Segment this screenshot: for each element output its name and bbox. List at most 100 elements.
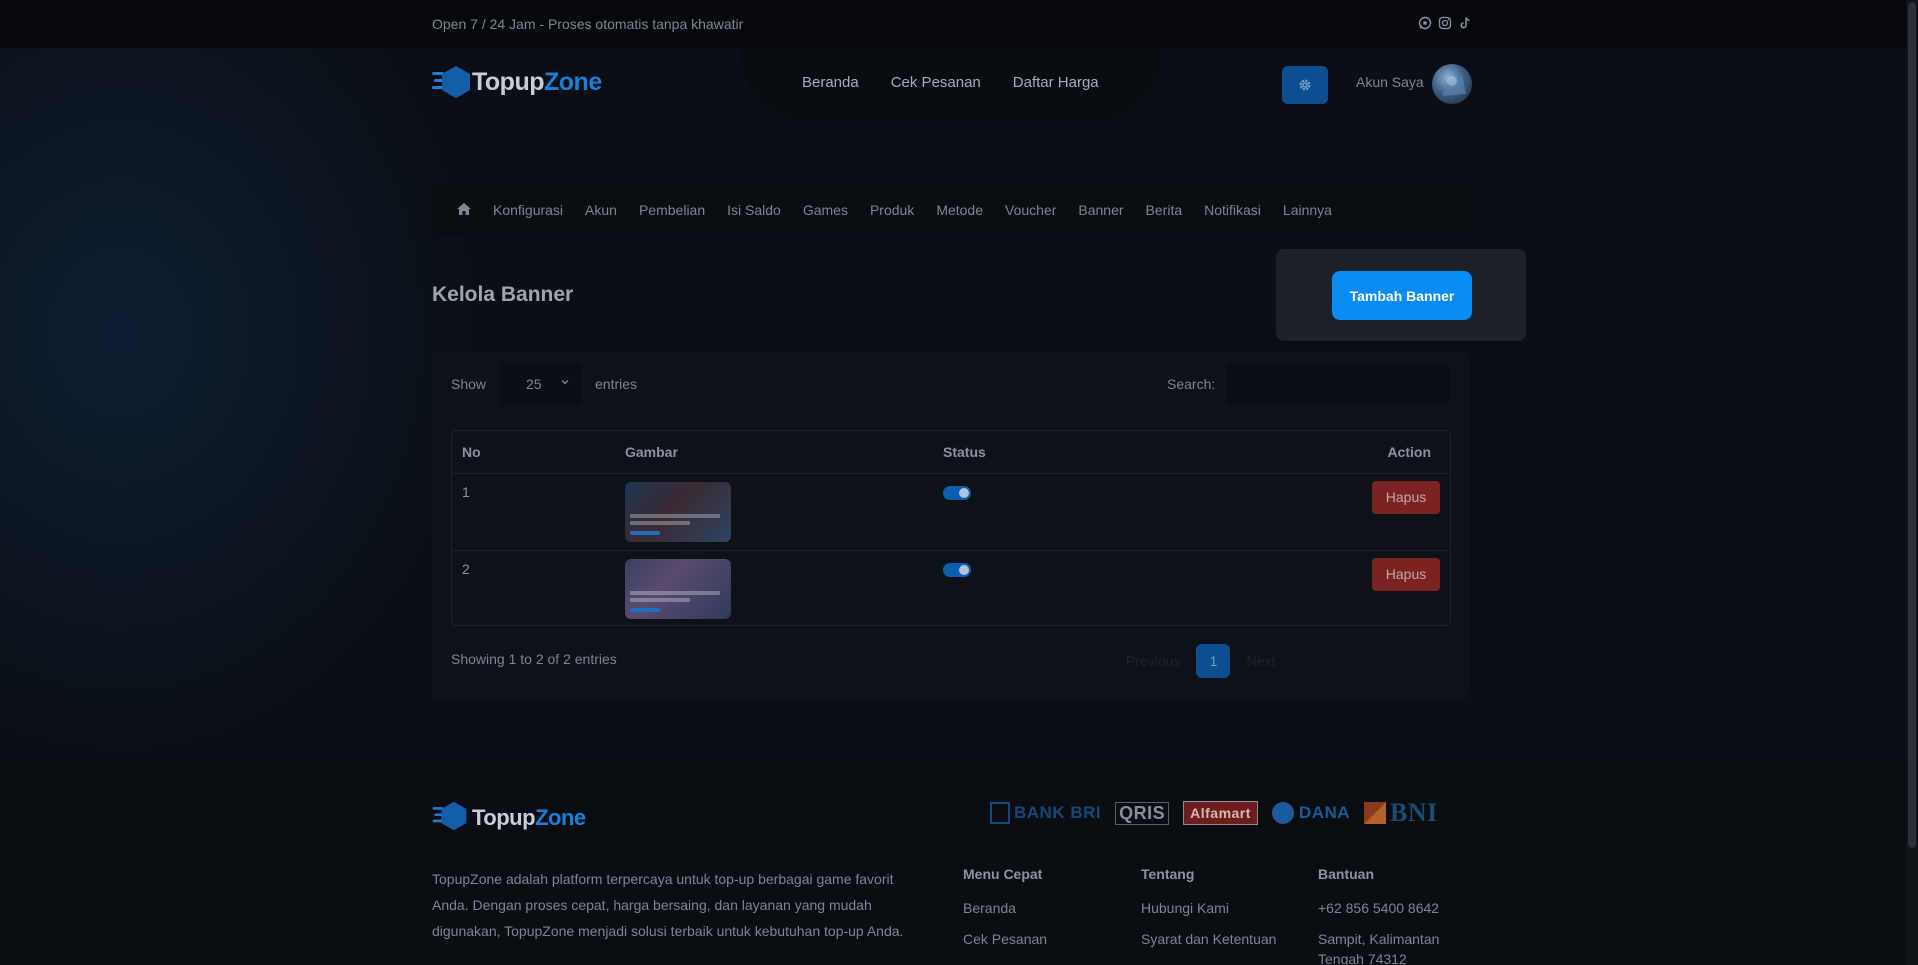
footer-phone[interactable]: +62 856 5400 8642 xyxy=(1318,898,1468,918)
footer-logo-part1: Topup xyxy=(472,805,536,830)
whatsapp-icon[interactable] xyxy=(1418,16,1432,30)
admin-menu-berita[interactable]: Berita xyxy=(1135,202,1194,218)
topbar-tagline: Open 7 / 24 Jam - Proses otomatis tanpa … xyxy=(432,16,744,32)
footer-column-title: Menu Cepat xyxy=(963,866,1043,882)
thumbnail-caption-line xyxy=(630,513,720,518)
background-glow xyxy=(0,48,480,758)
status-toggle[interactable] xyxy=(943,485,971,500)
delete-button[interactable]: Hapus xyxy=(1372,480,1440,514)
row-number: 1 xyxy=(452,473,615,551)
admin-menu-voucher[interactable]: Voucher xyxy=(994,202,1067,218)
show-label: Show xyxy=(451,376,487,392)
footer-link-cek-pesanan[interactable]: Cek Pesanan xyxy=(963,929,1123,949)
footer-link-beranda[interactable]: Beranda xyxy=(963,898,1123,918)
footer-column-menu-cepat: Menu Cepat Beranda Cek Pesanan xyxy=(963,866,1123,960)
pagination-next[interactable]: Next xyxy=(1240,653,1281,669)
dana-text: DANA xyxy=(1298,803,1351,822)
table-row: 2 Hapus xyxy=(452,550,1450,625)
entries-label: entries xyxy=(595,376,638,392)
search-label: Search: xyxy=(1167,376,1216,392)
account-label[interactable]: Akun Saya xyxy=(1356,74,1424,90)
admin-menu-notifikasi[interactable]: Notifikasi xyxy=(1193,202,1272,218)
footer-logo[interactable]: TopupZone xyxy=(432,800,586,836)
table-header-row: No Gambar Status Action xyxy=(452,431,1450,474)
thumbnail-caption-line xyxy=(630,520,690,525)
footer-column-title: Bantuan xyxy=(1318,866,1374,882)
footer-logo-text: TopupZone xyxy=(472,805,586,831)
footer-column-title: Tentang xyxy=(1141,866,1195,882)
column-header-gambar[interactable]: Gambar xyxy=(615,431,933,474)
admin-menu-banner[interactable]: Banner xyxy=(1067,202,1134,218)
admin-menu-pembelian[interactable]: Pembelian xyxy=(628,202,716,218)
admin-menu-metode[interactable]: Metode xyxy=(925,202,994,218)
social-links xyxy=(1418,16,1472,30)
user-avatar[interactable] xyxy=(1432,64,1472,104)
pagination-page-1[interactable]: 1 xyxy=(1196,644,1231,678)
table-info: Showing 1 to 2 of 2 entries xyxy=(451,651,617,667)
status-toggle[interactable] xyxy=(943,562,971,577)
bni-logo: BNI xyxy=(1364,798,1438,828)
thumbnail-cta xyxy=(630,607,660,612)
logo-mark-icon xyxy=(432,64,478,100)
delete-button[interactable]: Hapus xyxy=(1372,557,1440,591)
pagination: Previous 1 Next xyxy=(1120,644,1281,678)
action-cell: Hapus xyxy=(1196,550,1450,625)
page-scrollbar[interactable] xyxy=(1906,0,1918,965)
bri-mark-icon xyxy=(990,802,1010,824)
banner-thumbnail xyxy=(625,558,731,619)
entries-select[interactable]: 25 xyxy=(500,362,582,406)
thumbnail-cta xyxy=(630,530,660,535)
footer-link-hubungi-kami[interactable]: Hubungi Kami xyxy=(1141,898,1311,918)
bni-text: BNI xyxy=(1390,798,1438,827)
column-header-action[interactable]: Action xyxy=(1196,431,1450,474)
admin-menu-produk[interactable]: Produk xyxy=(859,202,925,218)
admin-menu-lainnya[interactable]: Lainnya xyxy=(1272,202,1343,218)
column-header-status[interactable]: Status xyxy=(933,431,1196,474)
logo-mark-icon xyxy=(432,800,478,836)
column-header-no[interactable]: No xyxy=(452,431,615,474)
banner-thumbnail xyxy=(625,481,731,542)
footer-column-tentang: Tentang Hubungi Kami Syarat dan Ketentua… xyxy=(1141,866,1311,960)
tiktok-icon[interactable] xyxy=(1458,16,1472,30)
footer-logo-part2: Zone xyxy=(535,805,586,830)
banner-image-cell xyxy=(615,550,933,625)
thumbnail-caption-line xyxy=(630,597,690,602)
settings-button[interactable] xyxy=(1282,66,1328,104)
scrollbar-thumb[interactable] xyxy=(1908,2,1916,848)
chevron-down-icon xyxy=(561,380,569,385)
bni-mark-icon xyxy=(1364,802,1387,824)
status-cell xyxy=(933,550,1196,625)
admin-menu-konfigurasi[interactable]: Konfigurasi xyxy=(482,202,574,218)
admin-menu-isi-saldo[interactable]: Isi Saldo xyxy=(716,202,792,218)
nav-item-beranda[interactable]: Beranda xyxy=(802,74,859,91)
dana-logo: DANA xyxy=(1271,802,1351,824)
bank-bri-text: BANK BRI xyxy=(1014,803,1102,822)
footer-column-bantuan: Bantuan +62 856 5400 8642 Sampit, Kalima… xyxy=(1318,866,1468,965)
action-cell: Hapus xyxy=(1196,473,1450,551)
banner-table-card: Show 25 entries Search: No Gambar Status… xyxy=(432,352,1470,700)
search-input[interactable] xyxy=(1226,362,1450,406)
instagram-icon[interactable] xyxy=(1438,16,1452,30)
admin-menu-akun[interactable]: Akun xyxy=(574,202,628,218)
gear-icon xyxy=(1299,79,1311,91)
thumbnail-caption-line xyxy=(630,590,720,595)
alfamart-logo: Alfamart xyxy=(1183,801,1258,825)
status-cell xyxy=(933,473,1196,551)
table-row: 1 Hapus xyxy=(452,473,1450,551)
top-bar: Open 7 / 24 Jam - Proses otomatis tanpa … xyxy=(0,0,1906,48)
admin-menu-home[interactable] xyxy=(456,202,482,219)
page-title: Kelola Banner xyxy=(432,283,574,306)
nav-item-cek-pesanan[interactable]: Cek Pesanan xyxy=(891,74,981,91)
banner-table: No Gambar Status Action 1 Hapus 2 Hapus xyxy=(451,430,1451,626)
entries-select-value: 25 xyxy=(526,376,542,392)
nav-item-daftar-harga[interactable]: Daftar Harga xyxy=(1013,74,1099,91)
payment-logos: BANK BRI QRIS Alfamart DANA BNI xyxy=(990,798,1438,828)
footer-description: TopupZone adalah platform terpercaya unt… xyxy=(432,871,904,939)
add-banner-button[interactable]: Tambah Banner xyxy=(1332,271,1472,320)
footer-link-syarat[interactable]: Syarat dan Ketentuan xyxy=(1141,929,1311,949)
admin-menu-games[interactable]: Games xyxy=(792,202,859,218)
pagination-previous[interactable]: Previous xyxy=(1120,653,1186,669)
header-logo[interactable]: TopupZone xyxy=(432,64,602,100)
page: Open 7 / 24 Jam - Proses otomatis tanpa … xyxy=(0,0,1918,965)
add-banner-highlight: Tambah Banner xyxy=(1276,249,1526,341)
